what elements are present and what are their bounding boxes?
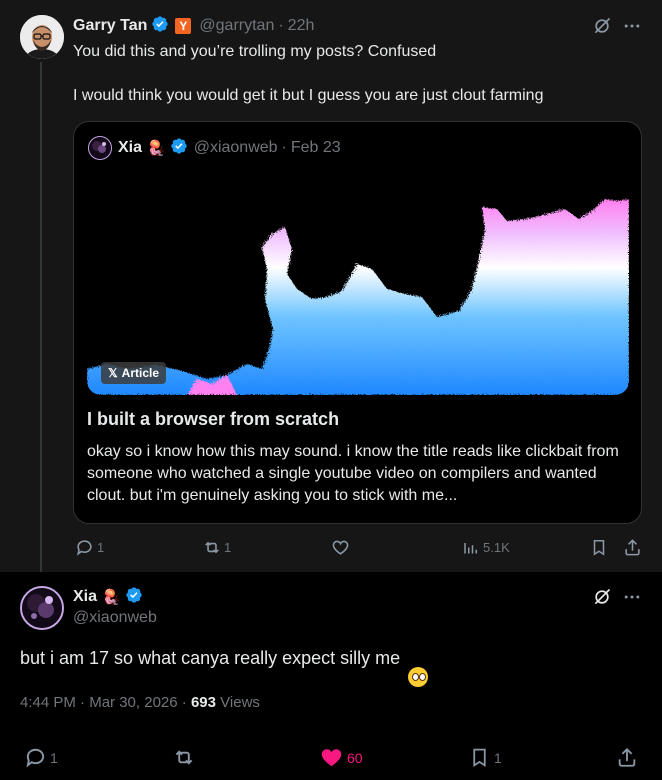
verified-badge-icon — [151, 15, 169, 38]
reply-button[interactable]: 1 — [75, 538, 104, 557]
more-options-button[interactable] — [622, 587, 642, 607]
views-count: 693 — [190, 694, 216, 711]
repost-count: 1 — [224, 540, 232, 555]
tweet-meta: 4:44 PM · Mar 30, 2026 · 693 Views — [20, 694, 260, 711]
verified-badge-icon — [125, 586, 143, 609]
reply-icon — [76, 540, 92, 556]
quoted-date: Feb 23 — [290, 139, 341, 156]
reply-button[interactable]: 1 — [24, 746, 58, 769]
x-logo-icon: 𝕏 — [108, 366, 118, 380]
main-tweet: Xia 🪼 @xiaonweb but i am 17 so what cany… — [0, 572, 662, 780]
quoted-author-name: Xia — [118, 139, 143, 156]
bookmark-count: 1 — [494, 749, 502, 766]
article-title[interactable]: I built a browser from scratch — [87, 409, 339, 430]
analytics-icon — [464, 543, 477, 554]
avatar[interactable] — [20, 15, 64, 59]
reply-count: 1 — [97, 540, 105, 555]
tweet-text-body: but i am 17 so what canya really expect … — [20, 648, 401, 668]
dot-separator: · — [80, 694, 86, 711]
author-handle[interactable]: @garrytan — [199, 17, 274, 35]
share-button[interactable] — [623, 538, 642, 562]
quoted-tweet-card[interactable]: Xia 🪼 @xiaonweb · Feb 23 𝕏 Article I bui… — [73, 121, 642, 524]
share-button[interactable] — [616, 746, 638, 774]
author-name[interactable]: Xia — [73, 588, 97, 606]
tweet-date[interactable]: Mar 30, 2026 — [89, 694, 177, 711]
views-label: Views — [220, 694, 260, 711]
quoted-handle: @xiaonweb — [193, 139, 278, 156]
verified-badge-icon — [170, 137, 188, 160]
views-count: 5.1K — [483, 540, 510, 555]
share-icon — [625, 539, 640, 556]
dot-separator: · — [181, 694, 187, 711]
thread-line — [40, 62, 42, 572]
parent-tweet[interactable]: Garry Tan Y @garrytan · 22h You did this… — [0, 0, 662, 572]
article-badge-label: Article — [121, 366, 160, 380]
dot-separator: · — [281, 139, 287, 156]
tweet-timestamp[interactable]: 4:44 PM — [20, 694, 76, 711]
reply-icon — [26, 748, 45, 768]
grok-button[interactable] — [592, 587, 612, 607]
pleading-face-emoji-icon: 🥺 — [408, 667, 429, 687]
bookmark-button[interactable]: 1 — [469, 746, 502, 769]
repost-icon — [205, 541, 219, 554]
reply-count: 1 — [50, 749, 58, 766]
tweet-text-line-2: I would think you would get it but I gue… — [73, 87, 544, 104]
more-options-button[interactable] — [622, 16, 642, 36]
bookmark-button[interactable] — [590, 538, 608, 562]
dot-separator: · — [278, 17, 284, 34]
jellyfish-emoji-icon: 🪼 — [102, 589, 121, 606]
tweet-header: Garry Tan Y @garrytan · 22h — [73, 15, 314, 37]
more-dots-icon — [624, 595, 640, 599]
like-button[interactable]: 60 — [320, 746, 363, 769]
grok-button[interactable] — [592, 16, 612, 36]
bookmark-icon — [473, 748, 486, 768]
like-button[interactable] — [331, 538, 350, 562]
yc-badge-icon: Y — [175, 18, 192, 34]
views-button[interactable]: 5.1K — [462, 538, 510, 557]
avatar[interactable] — [20, 586, 64, 630]
bookmark-icon — [593, 540, 605, 556]
tweet-time[interactable]: 22h — [288, 17, 315, 35]
heart-filled-icon — [321, 749, 342, 767]
author-name[interactable]: Garry Tan — [73, 17, 147, 35]
grok-icon — [594, 588, 611, 605]
tweet-text-line-1: You did this and you’re trolling my post… — [73, 43, 437, 60]
article-badge: 𝕏 Article — [101, 362, 167, 384]
jellyfish-emoji-icon: 🪼 — [147, 140, 166, 157]
quoted-header: Xia 🪼 @xiaonweb · Feb 23 — [118, 137, 341, 159]
share-icon — [618, 747, 636, 767]
grok-icon — [594, 17, 611, 34]
tweet-text: but i am 17 so what canya really expect … — [20, 648, 429, 687]
quoted-avatar[interactable] — [88, 136, 112, 160]
repost-icon — [175, 750, 193, 765]
heart-icon — [332, 540, 349, 555]
repost-button[interactable] — [172, 746, 196, 774]
article-excerpt: okay so i know how this may sound. i kno… — [87, 443, 619, 504]
like-count: 60 — [347, 749, 363, 766]
author-handle[interactable]: @xiaonweb — [73, 609, 157, 627]
more-dots-icon — [624, 24, 640, 28]
main-header: Xia 🪼 — [73, 586, 143, 608]
repost-button[interactable]: 1 — [202, 538, 231, 557]
article-cover-image[interactable]: 𝕏 Article — [87, 179, 629, 395]
